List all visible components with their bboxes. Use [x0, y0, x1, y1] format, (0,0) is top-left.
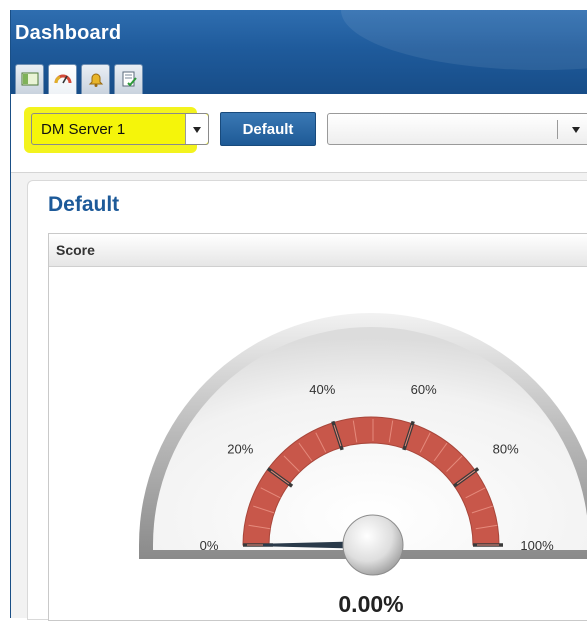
chevron-down-icon	[193, 127, 201, 133]
gauge-tick-label: 20%	[227, 442, 253, 457]
title-bar: Dashboard	[11, 10, 587, 94]
default-button[interactable]: Default	[220, 112, 316, 146]
tab-reports[interactable]	[114, 64, 143, 94]
panel-icon	[21, 72, 39, 86]
gauge-icon	[54, 74, 72, 84]
score-gauge: 0% 20% 40% 60% 80% 100%	[139, 313, 587, 576]
gauge-hub	[342, 514, 404, 576]
gauge-tick-label: 0%	[200, 538, 219, 553]
page-title: Default	[48, 193, 120, 216]
view-select[interactable]	[327, 113, 587, 145]
report-icon	[122, 71, 137, 87]
gauge-tick-label: 100%	[520, 538, 554, 553]
score-widget: Score 0% 20% 40% 60% 80% 100% 0.00%	[48, 233, 587, 621]
window-title: Dashboard	[15, 22, 122, 44]
bell-icon	[88, 73, 104, 87]
dashboard-window: Dashboard DM Server 1 Default Default Sc…	[10, 10, 587, 621]
gauge-tick-label: 60%	[411, 382, 437, 397]
gauge-tick-label: 40%	[309, 382, 335, 397]
server-select-value: DM Server 1	[41, 121, 126, 138]
dashboard-panel: Default Score 0% 20% 40% 60% 80% 100% 0.…	[27, 180, 587, 621]
tab-gauge[interactable]	[48, 64, 77, 94]
tab-alerts[interactable]	[81, 64, 110, 94]
gauge-value: 0.00%	[338, 591, 404, 617]
toolbar: DM Server 1 Default	[11, 94, 587, 173]
tab-panel[interactable]	[15, 64, 44, 94]
server-select-arrow[interactable]	[185, 114, 208, 144]
main-content: Default Score 0% 20% 40% 60% 80% 100% 0.…	[11, 173, 587, 621]
gauge-tick-label: 80%	[493, 442, 519, 457]
server-select[interactable]: DM Server 1	[31, 113, 209, 145]
view-select-divider	[557, 120, 558, 139]
chevron-down-icon[interactable]	[572, 127, 580, 133]
